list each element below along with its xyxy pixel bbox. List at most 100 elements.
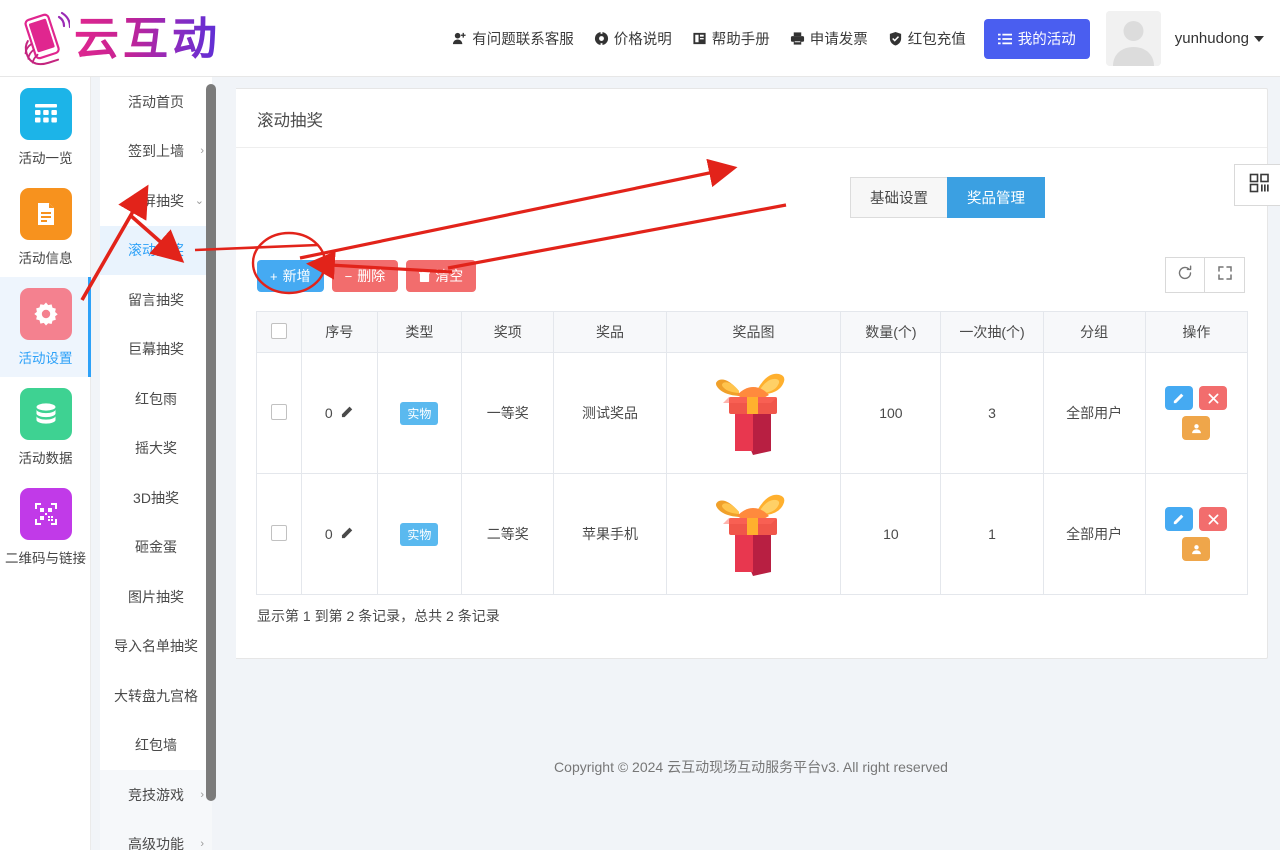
row-delete-button[interactable] <box>1199 507 1228 531</box>
submenu-label: 摇大奖 <box>135 440 177 457</box>
fullscreen-button[interactable] <box>1205 257 1245 293</box>
column-header-type[interactable]: 类型 <box>376 311 463 353</box>
column-header-prize-name[interactable]: 奖品 <box>553 311 667 353</box>
add-button[interactable]: + 新增 <box>257 260 324 292</box>
nav-label: 有问题联系客服 <box>472 32 574 48</box>
sidebar-item-label: 二维码与链接 <box>5 550 86 566</box>
user-add-icon <box>452 31 467 46</box>
qrcode-icon <box>19 487 72 540</box>
submenu-item-photo-lottery[interactable]: 图片抽奖 <box>100 572 212 622</box>
row-select-cell[interactable] <box>256 473 302 595</box>
submenu-item-competitive-games[interactable]: 竞技游戏 › <box>100 770 212 820</box>
column-header-seq[interactable]: 序号 <box>300 311 378 353</box>
submenu-item-advanced-features[interactable]: 高级功能 › <box>100 819 212 850</box>
delete-button[interactable]: − 删除 <box>331 260 399 292</box>
columns-toggle-button[interactable] <box>1234 164 1280 206</box>
status-badge: 实物 <box>400 401 439 425</box>
trash-icon <box>419 270 431 283</box>
cell-prize-level: 一等奖 <box>461 352 555 474</box>
sidebar-item-activity-list[interactable]: 活动一览 <box>0 77 91 177</box>
nav-item-pricing[interactable]: 价格说明 <box>584 19 682 59</box>
cell-quantity: 10 <box>840 473 942 595</box>
column-header-per-draw[interactable]: 一次抽(个) <box>940 311 1044 353</box>
header-nav: 有问题联系客服 价格说明 帮助手册 申请发票 红包充值 我的活动 yunhudo… <box>442 0 1264 77</box>
cell-type: 实物 <box>376 352 463 474</box>
clear-button[interactable]: 清空 <box>406 260 477 292</box>
table-row: 0 实物 一等奖 测试奖品 100 3 全部用户 <box>256 352 1249 474</box>
cell-prize-image <box>665 352 842 474</box>
submenu-item-activity-home[interactable]: 活动首页 <box>100 77 212 127</box>
submenu-item-import-list-lottery[interactable]: 导入名单抽奖 <box>100 622 212 672</box>
app-logo[interactable]: 云互动 <box>18 6 221 72</box>
shield-check-icon <box>888 31 903 46</box>
chevron-down-icon: ⌄ <box>194 195 204 208</box>
username-dropdown[interactable]: yunhudong <box>1175 30 1264 47</box>
column-header-prize-level[interactable]: 奖项 <box>461 311 555 353</box>
nav-item-contact-support[interactable]: 有问题联系客服 <box>442 19 584 59</box>
cell-actions <box>1144 473 1249 595</box>
sidebar-item-activity-settings[interactable]: 活动设置 <box>0 277 91 377</box>
sidebar-item-activity-data[interactable]: 活动数据 <box>0 377 91 477</box>
column-header-quantity[interactable]: 数量(个) <box>840 311 942 353</box>
database-icon <box>19 387 72 440</box>
column-header-group[interactable]: 分组 <box>1042 311 1146 353</box>
delete-button-label: 删除 <box>357 268 386 284</box>
submenu-label: 高级功能 <box>128 836 184 850</box>
submenu-item-signin-wall[interactable]: 签到上墙 › <box>100 127 212 177</box>
submenu-label: 图片抽奖 <box>128 588 184 605</box>
footer-copyright: Copyright © 2024 云互动现场互动服务平台v3. All righ… <box>554 759 948 775</box>
submenu-label: 大屏抽奖 <box>128 192 184 209</box>
row-checkbox[interactable] <box>270 403 287 420</box>
logo-text: 云互动 <box>74 10 221 68</box>
nav-item-help-manual[interactable]: 帮助手册 <box>682 19 780 59</box>
my-activity-label: 我的活动 <box>1017 32 1076 48</box>
submenu-item-shake-lottery[interactable]: 摇大奖 <box>100 424 212 474</box>
submenu-item-scroll-lottery[interactable]: 滚动抽奖 <box>100 225 212 275</box>
row-edit-button[interactable] <box>1165 507 1194 531</box>
submenu-label: 红包雨 <box>135 390 177 407</box>
printer-icon <box>790 31 805 46</box>
cell-prize-level: 二等奖 <box>461 473 555 595</box>
row-assign-user-button[interactable] <box>1182 537 1211 561</box>
submenu-item-message-lottery[interactable]: 留言抽奖 <box>100 275 212 325</box>
cell-type: 实物 <box>376 473 463 595</box>
nav-item-recharge[interactable]: 红包充值 <box>878 19 976 59</box>
phone-hand-icon <box>24 11 70 66</box>
page-title: 滚动抽奖 <box>235 89 1267 148</box>
sub-menu: 活动首页 签到上墙 › 大屏抽奖 ⌄ 滚动抽奖 留言抽奖 巨幕抽奖 红包雨 摇大奖 … <box>100 77 212 850</box>
my-activity-button[interactable]: 我的活动 <box>983 18 1090 59</box>
row-checkbox[interactable] <box>270 524 287 541</box>
tab-basic-settings[interactable]: 基础设置 <box>850 177 947 218</box>
submenu-item-bigscreen-lottery[interactable]: 大屏抽奖 ⌄ <box>100 176 212 226</box>
gear-icon <box>19 287 72 340</box>
row-edit-button[interactable] <box>1165 386 1194 410</box>
nav-item-invoice[interactable]: 申请发票 <box>780 19 878 59</box>
fullscreen-icon <box>1217 265 1232 285</box>
table-action-buttons: + 新增 − 删除 清空 <box>257 260 477 292</box>
cell-prize-name: 测试奖品 <box>553 352 667 474</box>
edit-icon[interactable] <box>341 526 354 542</box>
avatar[interactable] <box>1105 11 1161 66</box>
submenu-item-giant-screen-lottery[interactable]: 巨幕抽奖 <box>100 325 212 375</box>
column-header-prize-image[interactable]: 奖品图 <box>665 311 842 353</box>
select-all-checkbox[interactable] <box>270 322 287 339</box>
row-select-cell[interactable] <box>256 352 302 474</box>
sidebar-item-qrcode-link[interactable]: 二维码与链接 <box>0 477 91 577</box>
book-icon <box>692 31 707 46</box>
row-delete-button[interactable] <box>1199 386 1228 410</box>
sidebar-item-activity-info[interactable]: 活动信息 <box>0 177 91 277</box>
edit-icon[interactable] <box>341 405 354 421</box>
submenu-scrollbar[interactable] <box>206 84 216 801</box>
column-header-actions[interactable]: 操作 <box>1144 311 1249 353</box>
submenu-item-3d-lottery[interactable]: 3D抽奖 <box>100 473 212 523</box>
select-all-header[interactable] <box>256 311 302 353</box>
submenu-item-redpacket-wall[interactable]: 红包墙 <box>100 721 212 771</box>
submenu-item-wheel-grid[interactable]: 大转盘九宫格 <box>100 671 212 721</box>
row-assign-user-button[interactable] <box>1182 416 1211 440</box>
submenu-item-golden-egg[interactable]: 砸金蛋 <box>100 523 212 573</box>
submenu-item-redpacket-rain[interactable]: 红包雨 <box>100 374 212 424</box>
tab-prize-management[interactable]: 奖品管理 <box>947 177 1045 218</box>
gift-box-image <box>709 494 797 579</box>
chevron-down-icon <box>1254 36 1264 43</box>
refresh-button[interactable] <box>1165 257 1205 293</box>
